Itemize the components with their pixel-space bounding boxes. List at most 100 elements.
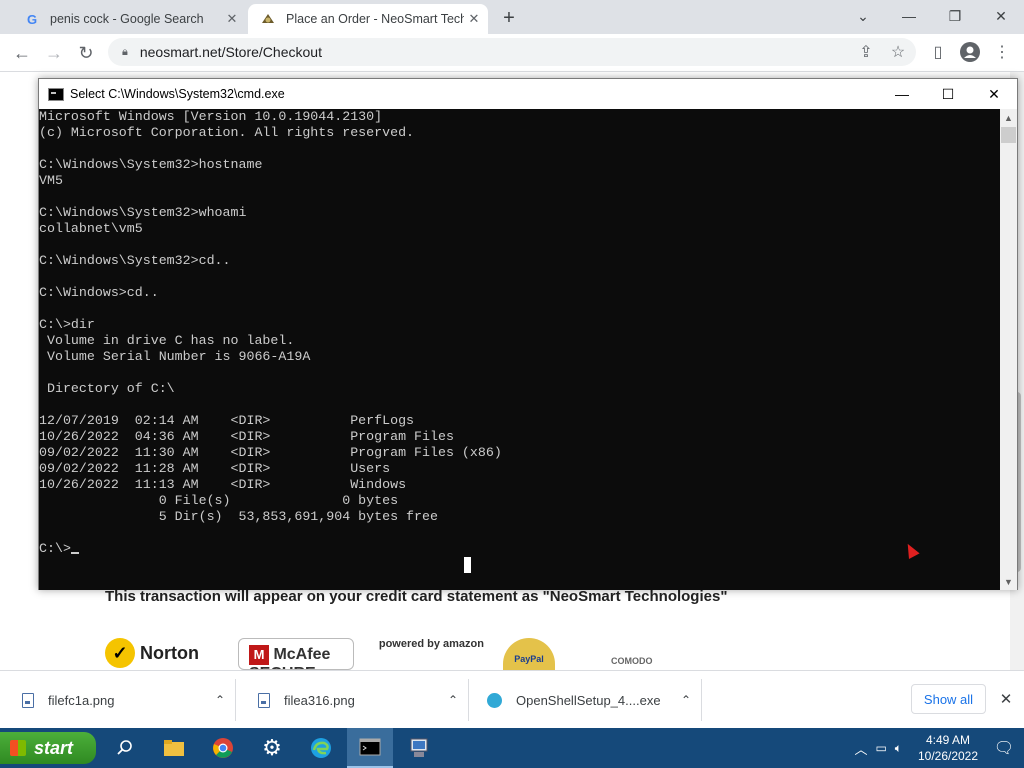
cmd-titlebar[interactable]: Select C:\Windows\System32\cmd.exe — ☐ ✕ — [39, 79, 1017, 109]
show-all-button[interactable]: Show all — [911, 684, 986, 714]
restore-button[interactable]: ❐ — [932, 0, 978, 32]
console-line: Volume Serial Number is 9066-A19A — [39, 349, 311, 364]
taskbar-clock[interactable]: 4:49 AM 10/26/2022 — [912, 732, 984, 764]
console-icon — [48, 87, 64, 101]
console-line: (c) Microsoft Corporation. All rights re… — [39, 125, 415, 140]
download-item[interactable]: filea316.png ⌃ — [236, 679, 469, 721]
amazon-powered-seal: powered by amazon — [378, 638, 484, 650]
text-cursor — [464, 557, 471, 573]
console-scrollbar[interactable]: ▲ ▼ — [1000, 109, 1017, 590]
notification-icon[interactable]: 🗨︎ — [984, 728, 1024, 768]
search-icon[interactable] — [102, 728, 148, 768]
console-line: VM5 — [39, 173, 63, 188]
clock-time: 4:49 AM — [925, 733, 971, 747]
minimize-button[interactable]: — — [886, 0, 932, 32]
close-window-button[interactable]: ✕ — [978, 0, 1024, 32]
scroll-down-arrow-icon[interactable]: ▼ — [1000, 573, 1017, 590]
console-line: C:\Windows\System32>hostname — [39, 157, 263, 172]
start-button[interactable]: start — [0, 732, 96, 764]
credit-card-statement-note: This transaction will appear on your cre… — [105, 588, 728, 605]
tab-title: Place an Order - NeoSmart Technologies — [286, 12, 464, 26]
download-item[interactable]: OpenShellSetup_4....exe ⌃ — [469, 679, 702, 721]
tab-close-icon[interactable]: ✕ — [464, 9, 484, 29]
reload-icon[interactable]: ↻ — [72, 39, 100, 67]
tab-neosmart-order[interactable]: Place an Order - NeoSmart Technologies ✕ — [248, 4, 488, 34]
url-text: neosmart.net/Store/Checkout — [139, 44, 322, 60]
chevron-up-icon[interactable]: ︿ — [854, 739, 867, 758]
taskbar: start ⚙ ︿ ▭ 🔈︎ 4:49 AM 10/26/2022 🗨︎ — [0, 728, 1024, 768]
cmd-title: Select C:\Windows\System32\cmd.exe — [70, 87, 285, 101]
forward-arrow-icon[interactable]: → — [40, 39, 68, 67]
console-text: Microsoft Windows [Version 10.0.19044.21… — [39, 109, 502, 557]
mcafee-secure-seal: M McAfee SECURE — [238, 638, 354, 670]
bookmark-star-icon[interactable]: ☆ — [884, 38, 912, 66]
chevron-up-icon[interactable]: ⌃ — [438, 693, 468, 707]
norton-seal: ✓ Norton — [105, 638, 217, 670]
close-shelf-icon[interactable]: ✕ — [995, 688, 1017, 710]
tab-search-chevron-icon[interactable]: ⌄ — [840, 0, 886, 32]
google-g-icon: G — [26, 11, 38, 27]
cmd-minimize-button[interactable]: — — [879, 79, 925, 109]
settings-gear-icon[interactable]: ⚙ — [249, 728, 295, 768]
browser-toolbar: ← → ↻ 🔒︎ neosmart.net/Store/Checkout ⇪ ☆… — [0, 34, 1024, 72]
console-line: C:\Windows\System32>cd.. — [39, 253, 231, 268]
address-bar[interactable]: 🔒︎ neosmart.net/Store/Checkout — [108, 38, 916, 66]
console-output[interactable]: Microsoft Windows [Version 10.0.19044.21… — [39, 109, 1000, 590]
side-panel-icon[interactable]: ▯ — [924, 38, 952, 66]
console-caret — [70, 552, 79, 554]
edge-icon[interactable] — [298, 728, 344, 768]
download-file-name: filefc1a.png — [48, 692, 115, 708]
neosmart-icon — [260, 11, 276, 27]
console-line: 12/07/2019 02:14 AM <DIR> PerfLogs — [39, 413, 415, 428]
console-line: 10/26/2022 04:36 AM <DIR> Program Files — [39, 429, 454, 444]
console-line: Directory of C:\ — [39, 381, 175, 396]
console-line: Microsoft Windows [Version 10.0.19044.21… — [39, 109, 383, 124]
share-icon[interactable]: ⇪ — [852, 38, 880, 66]
windows-flag-icon — [10, 740, 26, 756]
system-tray: ︿ ▭ 🔈︎ 4:49 AM 10/26/2022 🗨︎ — [854, 728, 1024, 768]
console-prompt: C:\> — [39, 541, 502, 557]
chevron-up-icon[interactable]: ⌃ — [671, 693, 701, 707]
download-item[interactable]: filefc1a.png ⌃ — [0, 679, 236, 721]
installer-globe-icon — [487, 692, 502, 708]
comodo-seal: COMODO — [611, 656, 653, 666]
cmd-taskbar-icon[interactable] — [347, 728, 393, 768]
tab-title: penis cock - Google Search — [50, 12, 204, 26]
console-scroll-thumb[interactable] — [1001, 127, 1016, 143]
cmd-close-button[interactable]: ✕ — [971, 79, 1017, 109]
console-line: 10/26/2022 11:13 AM <DIR> Windows — [39, 477, 407, 492]
console-line: 09/02/2022 11:28 AM <DIR> Users — [39, 461, 391, 476]
download-shelf: filefc1a.png ⌃ filea316.png ⌃ OpenShellS… — [0, 670, 1024, 728]
computer-app-icon[interactable] — [396, 728, 442, 768]
back-arrow-icon[interactable]: ← — [8, 39, 36, 67]
profile-avatar-icon[interactable] — [956, 38, 984, 66]
console-line: C:\Windows>cd.. — [39, 285, 159, 300]
lock-icon: 🔒︎ — [122, 45, 128, 58]
clock-date: 10/26/2022 — [917, 749, 979, 763]
console-line: 09/02/2022 11:30 AM <DIR> Program Files … — [39, 445, 502, 460]
chrome-icon[interactable] — [200, 728, 246, 768]
network-icon[interactable]: ▭ — [875, 741, 886, 755]
scroll-up-arrow-icon[interactable]: ▲ — [1000, 109, 1017, 126]
tab-google-search[interactable]: G penis cock - Google Search ✕ — [8, 4, 246, 34]
new-tab-button[interactable]: + — [497, 6, 521, 30]
console-line: C:\>dir — [39, 317, 95, 332]
volume-icon[interactable]: 🔈︎ — [895, 741, 902, 756]
console-line: Volume in drive C has no label. — [39, 333, 295, 348]
tab-close-icon[interactable]: ✕ — [222, 9, 242, 29]
file-explorer-icon[interactable] — [151, 728, 197, 768]
download-file-name: filea316.png — [284, 692, 355, 708]
menu-kebab-icon[interactable]: ⋮ — [988, 38, 1016, 66]
cmd-maximize-button[interactable]: ☐ — [925, 79, 971, 109]
cmd-window[interactable]: Select C:\Windows\System32\cmd.exe — ☐ ✕… — [38, 78, 1018, 590]
file-icon — [258, 692, 270, 708]
file-icon — [22, 692, 34, 708]
chevron-up-icon[interactable]: ⌃ — [205, 693, 235, 707]
